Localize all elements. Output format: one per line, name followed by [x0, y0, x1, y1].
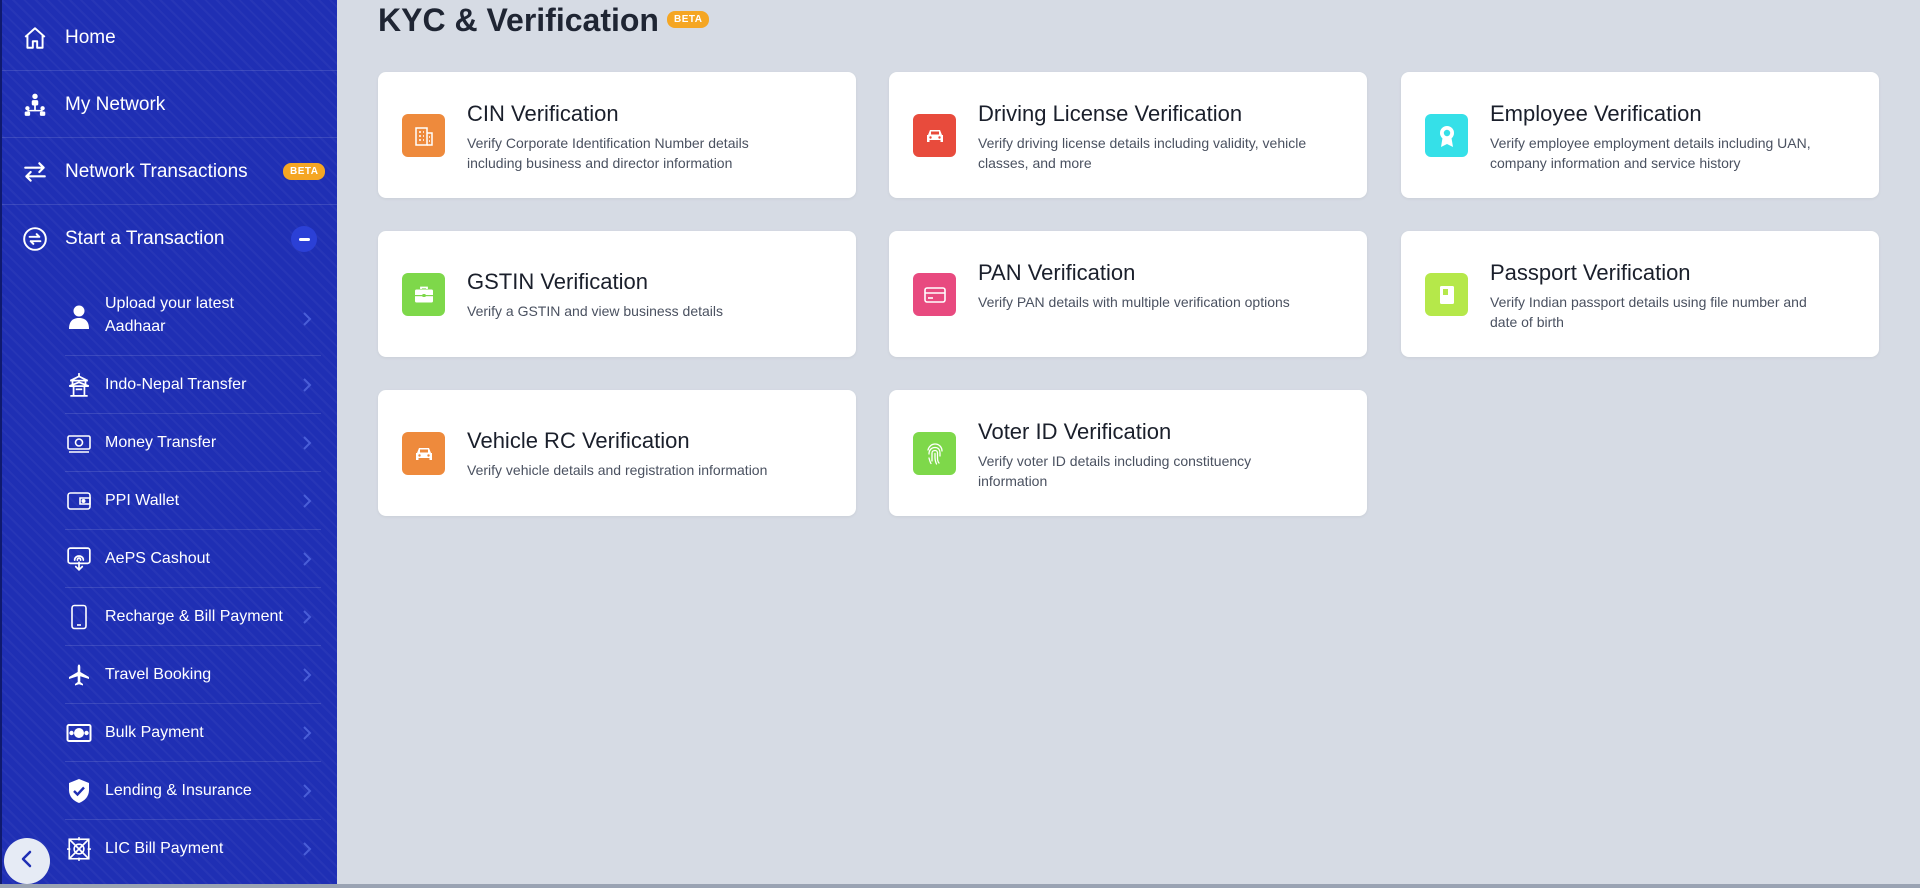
sidebar-item-label: PPI Wallet [105, 492, 180, 509]
page-title: KYC & Verification [378, 2, 659, 38]
main-content: KYC & Verification BETA CIN Verification… [337, 0, 1920, 884]
card-title: Driving License Verification [978, 101, 1243, 126]
sidebar-item-label: Home [65, 26, 116, 48]
collapse-section-button[interactable] [291, 226, 317, 252]
card-description: Verify voter ID details including consti… [978, 453, 1252, 489]
sidebar-subitem-travel-booking[interactable]: Travel Booking [65, 646, 321, 704]
chevron-right-icon [299, 377, 315, 393]
shield-check-icon [65, 777, 93, 805]
chevron-right-icon [299, 667, 315, 683]
award-icon [1425, 114, 1468, 157]
sidebar-item-label: AePS Cashout [105, 550, 210, 567]
car-icon [913, 114, 956, 157]
briefcase-icon [402, 273, 445, 316]
sidebar-item-label: My Network [65, 93, 166, 115]
chevron-right-icon [299, 783, 315, 799]
beta-badge: BETA [283, 163, 326, 180]
sidebar-item-my-network[interactable]: My Network [2, 72, 337, 138]
sidebar-item-label: Network Transactions [65, 160, 248, 182]
fingerprint-icon [913, 432, 956, 475]
card-employee-verification[interactable]: Employee Verification Verify employee em… [1401, 72, 1879, 198]
sidebar-item-label: Travel Booking [105, 666, 212, 683]
fingerprint-cashout-icon [65, 545, 93, 573]
card-icon [913, 273, 956, 316]
sidebar-item-label: Indo-Nepal Transfer [105, 376, 247, 393]
chevron-right-icon [299, 311, 315, 327]
card-description: Verify employee employment details inclu… [1490, 135, 1811, 171]
banknote-icon [65, 719, 93, 747]
chevron-right-icon [299, 551, 315, 567]
beta-badge: BETA [667, 11, 710, 28]
card-title: Passport Verification [1490, 260, 1691, 285]
sidebar-subitem-recharge-bill[interactable]: Recharge & Bill Payment [65, 588, 321, 646]
sidebar-subitem-money-transfer[interactable]: Money Transfer [65, 414, 321, 472]
card-title: GSTIN Verification [467, 269, 648, 294]
car-icon [402, 432, 445, 475]
card-title: Vehicle RC Verification [467, 428, 690, 453]
card-driving-license-verification[interactable]: Driving License Verification Verify driv… [889, 72, 1367, 198]
sidebar-subitem-bulk-payment[interactable]: Bulk Payment [65, 704, 321, 762]
building-icon [402, 114, 445, 157]
lic-icon [65, 835, 93, 863]
card-description: Verify Corporate Identification Number d… [467, 135, 749, 171]
sidebar-subitem-aeps-cashout[interactable]: AePS Cashout [65, 530, 321, 588]
temple-icon [65, 371, 93, 399]
transfer-arrows-icon [20, 157, 50, 187]
sidebar-subitem-indo-nepal[interactable]: Indo-Nepal Transfer [65, 356, 321, 414]
sidebar-item-label: Upload your latest Aadhaar [105, 295, 234, 335]
sidebar-item-home[interactable]: Home [2, 5, 337, 71]
airplane-icon [65, 661, 93, 689]
chevron-left-icon [20, 850, 34, 873]
sidebar-item-label: Start a Transaction [65, 228, 225, 249]
card-voter-id-verification[interactable]: Voter ID Verification Verify voter ID de… [889, 390, 1367, 516]
collapse-sidebar-button[interactable] [4, 838, 50, 884]
sidebar-subitem-lic-bill[interactable]: LIC Bill Payment [65, 820, 321, 878]
card-description: Verify a GSTIN and view business details [467, 303, 724, 319]
card-description: Verify PAN details with multiple verific… [978, 294, 1290, 310]
card-vehicle-rc-verification[interactable]: Vehicle RC Verification Verify vehicle d… [378, 390, 856, 516]
card-gstin-verification[interactable]: GSTIN Verification Verify a GSTIN and vi… [378, 231, 856, 357]
passport-icon [1425, 273, 1468, 316]
mobile-icon [65, 603, 93, 631]
chevron-right-icon [299, 493, 315, 509]
app-window: Home My Network Network Transactions BET… [0, 0, 1920, 884]
sidebar-item-label: Recharge & Bill Payment [105, 608, 283, 625]
card-description: Verify vehicle details and registration … [467, 462, 768, 478]
card-pan-verification[interactable]: PAN Verification Verify PAN details with… [889, 231, 1367, 357]
card-passport-verification[interactable]: Passport Verification Verify Indian pass… [1401, 231, 1879, 357]
card-description: Verify driving license details including… [978, 135, 1307, 171]
chevron-right-icon [299, 725, 315, 741]
network-icon [20, 90, 50, 120]
chevron-right-icon [299, 609, 315, 625]
card-cin-verification[interactable]: CIN Verification Verify Corporate Identi… [378, 72, 856, 198]
sidebar-subitem-lending-insurance[interactable]: Lending & Insurance [65, 762, 321, 820]
sidebar-item-label: Money Transfer [105, 434, 217, 451]
sidebar-item-label: Bulk Payment [105, 724, 204, 741]
exchange-circle-icon [20, 224, 50, 254]
wallet-icon [65, 487, 93, 515]
sidebar-item-label: LIC Bill Payment [105, 840, 224, 857]
card-description: Verify Indian passport details using fil… [1490, 294, 1807, 330]
sidebar-item-start-transaction[interactable]: Start a Transaction [2, 206, 337, 272]
home-icon [20, 23, 50, 53]
chevron-right-icon [299, 841, 315, 857]
card-title: Employee Verification [1490, 101, 1702, 126]
sidebar-subitem-ppi-wallet[interactable]: PPI Wallet [65, 472, 321, 530]
sidebar-item-network-transactions[interactable]: Network Transactions BETA [2, 139, 337, 205]
user-icon [65, 303, 93, 331]
card-title: Voter ID Verification [978, 419, 1172, 444]
card-title: PAN Verification [978, 260, 1136, 285]
sidebar-item-label: Lending & Insurance [105, 782, 252, 799]
sidebar: Home My Network Network Transactions BET… [0, 0, 337, 884]
chevron-right-icon [299, 435, 315, 451]
cash-icon [65, 429, 93, 457]
card-title: CIN Verification [467, 101, 619, 126]
sidebar-subitem-upload-aadhaar[interactable]: Upload your latest Aadhaar [65, 283, 321, 356]
minus-icon [298, 237, 310, 241]
